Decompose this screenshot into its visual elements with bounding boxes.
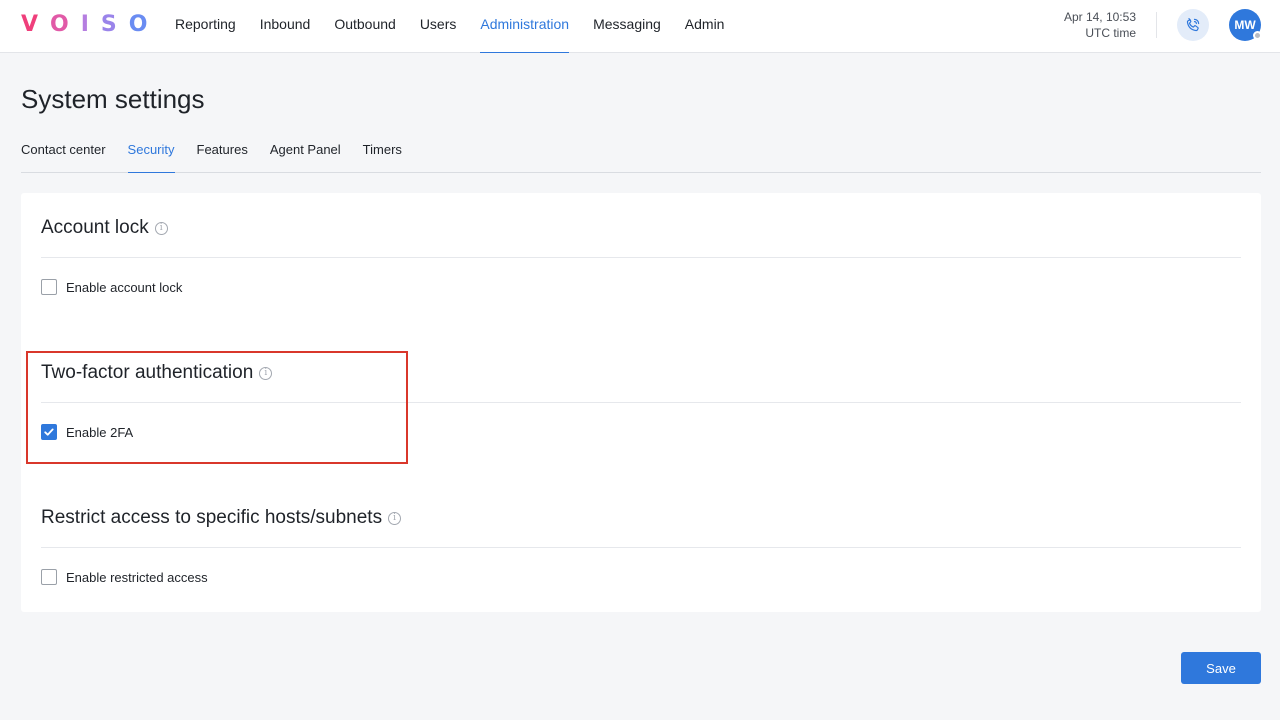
- call-button[interactable]: [1177, 9, 1209, 41]
- info-icon[interactable]: i: [154, 221, 168, 235]
- user-avatar[interactable]: MW: [1229, 9, 1262, 41]
- tab-security[interactable]: Security: [127, 133, 175, 173]
- page-title: System settings: [21, 84, 205, 114]
- account-lock-checkbox-label: Enable account lock: [66, 279, 183, 295]
- section-title-restrict-access: Restrict access to specific hosts/subnet…: [41, 502, 1241, 534]
- enable-2fa-label: Enable 2FA: [66, 424, 134, 440]
- info-icon[interactable]: i: [388, 511, 402, 525]
- security-settings-card: Account lock i Enable account lock Two-f…: [21, 193, 1261, 612]
- section-title-account-lock: Account lock i: [41, 212, 1241, 244]
- logo-letter: S: [100, 12, 117, 37]
- nav-item-messaging[interactable]: Messaging: [581, 0, 673, 53]
- restrict-access-option[interactable]: Enable restricted access: [41, 569, 1241, 585]
- clock-timezone: UTC time: [1085, 26, 1136, 40]
- section-divider: [41, 547, 1241, 548]
- restrict-access-title: Restrict access to specific hosts/subnet…: [41, 507, 383, 528]
- two-factor-option[interactable]: Enable 2FA: [41, 424, 1241, 440]
- clock: Apr 14, 10:53 UTC time: [1064, 9, 1136, 41]
- account-lock-section: Account lock i Enable account lock: [41, 212, 1241, 295]
- account-lock-checkbox[interactable]: [41, 279, 57, 295]
- clock-datetime: Apr 14, 10:53: [1063, 10, 1136, 24]
- logo-letter: O: [128, 12, 148, 37]
- account-lock-option[interactable]: Enable account lock: [41, 279, 1241, 295]
- header-divider: [1156, 12, 1157, 38]
- tab-agent-panel[interactable]: Agent Panel: [270, 133, 341, 172]
- restricted-access-checkbox[interactable]: [41, 569, 57, 585]
- section-divider: [41, 257, 1241, 258]
- enable-2fa-checkbox[interactable]: [41, 424, 57, 440]
- avatar-initials: MW: [1234, 18, 1256, 32]
- save-button[interactable]: Save: [1181, 652, 1261, 684]
- main-nav: Reporting Inbound Outbound Users Adminis…: [163, 0, 736, 53]
- logo-letter: V: [21, 12, 39, 37]
- nav-item-admin[interactable]: Admin: [673, 0, 737, 53]
- section-title-two-factor: Two-factor authentication i: [41, 357, 1241, 389]
- restrict-access-section: Restrict access to specific hosts/subnet…: [41, 502, 1241, 585]
- phone-icon: [1186, 18, 1200, 32]
- tab-timers[interactable]: Timers: [363, 133, 402, 172]
- tab-features[interactable]: Features: [197, 133, 248, 172]
- presence-status-dot: [1253, 31, 1262, 40]
- settings-tabs: Contact center Security Features Agent P…: [21, 133, 1261, 173]
- voiso-logo[interactable]: V O I S O: [21, 13, 147, 37]
- nav-item-inbound[interactable]: Inbound: [248, 0, 323, 53]
- logo-letter: I: [80, 12, 89, 37]
- restricted-access-label: Enable restricted access: [66, 569, 208, 585]
- two-factor-title: Two-factor authentication: [41, 362, 254, 383]
- checkmark-icon: [44, 428, 54, 436]
- nav-item-administration[interactable]: Administration: [468, 0, 581, 53]
- nav-item-reporting[interactable]: Reporting: [163, 0, 248, 53]
- nav-item-outbound[interactable]: Outbound: [322, 0, 408, 53]
- nav-item-users[interactable]: Users: [408, 0, 469, 53]
- info-icon[interactable]: i: [259, 366, 273, 380]
- account-lock-title: Account lock: [41, 217, 149, 238]
- two-factor-section: Two-factor authentication i Enable 2FA: [41, 357, 1241, 440]
- tab-contact-center[interactable]: Contact center: [21, 133, 106, 172]
- section-divider: [41, 402, 1241, 403]
- top-bar: V O I S O Reporting Inbound Outbound Use…: [0, 0, 1280, 53]
- logo-letter: O: [50, 12, 69, 37]
